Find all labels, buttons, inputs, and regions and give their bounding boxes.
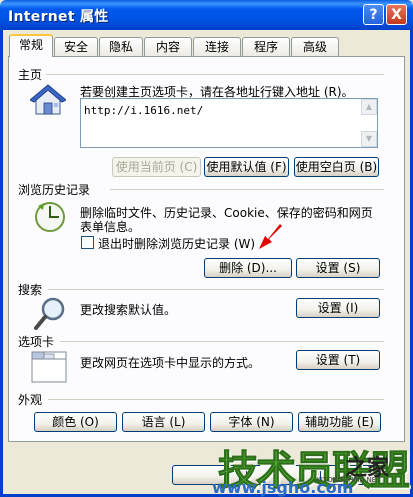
use-default-button[interactable]: 使用默认值 (F) [204,157,289,177]
help-button[interactable]: ? [363,4,384,25]
tab-content[interactable]: 内容 [144,37,192,56]
delete-on-exit-checkbox[interactable] [81,236,94,249]
clock-icon [35,202,65,232]
title-bar[interactable]: Internet 属性 ? X [0,0,413,30]
close-button[interactable]: X [386,4,407,25]
tabbed-window-icon [31,351,67,383]
divider [46,74,384,75]
home-url-input[interactable]: http://i.1616.net/ ▲ ▼ [80,98,378,148]
red-arrow-icon [259,224,282,249]
home-url-value: http://i.1616.net/ [84,104,204,117]
accessibility-button[interactable]: 辅助功能 (E) [298,412,381,432]
languages-button[interactable]: 语言 (L) [122,412,205,432]
divider [48,289,384,290]
tab-general[interactable]: 常规 [9,34,53,57]
appearance-group-label: 外观 [18,393,43,407]
delete-history-button[interactable]: 删除 (D)... [204,258,292,278]
use-current-button[interactable]: 使用当前页 (C) [112,157,201,177]
magnifier-icon [34,297,65,330]
colors-button[interactable]: 颜色 (O) [34,412,117,432]
tab-connections[interactable]: 连接 [193,37,241,56]
search-settings-button[interactable]: 设置 (I) [296,298,380,318]
divider [60,341,384,342]
tabbed-settings-button[interactable]: 设置 (T) [296,350,380,370]
use-blank-button[interactable]: 使用空白页 (B) [294,157,379,177]
tab-programs[interactable]: 程序 [242,37,290,56]
history-group-label: 浏览历史记录 [18,183,91,197]
tab-privacy[interactable]: 隐私 [99,37,143,56]
window-title: Internet 属性 [8,9,109,25]
scroll-down-icon[interactable]: ▼ [361,131,377,147]
tab-security[interactable]: 安全 [54,37,98,56]
history-settings-button[interactable]: 设置 (S) [296,258,380,278]
home-icon [30,84,66,115]
divider [48,399,384,400]
search-description: 更改搜索默认值。 [80,303,177,317]
home-group-label: 主页 [18,68,43,82]
delete-on-exit-label[interactable]: 退出时删除浏览历史记录 (W) [98,235,255,252]
fonts-button[interactable]: 字体 (N) [210,412,293,432]
tab-advanced[interactable]: 高级 [291,37,339,56]
tabbed-description: 更改网页在选项卡中显示的方式。 [80,356,261,370]
watermark-url: www.jsgho.com [212,478,354,497]
scroll-up-icon[interactable]: ▲ [361,99,377,115]
history-description-line2: 表单信息。 [80,220,141,234]
divider [110,189,384,190]
tabbed-group-label: 选项卡 [18,335,55,349]
